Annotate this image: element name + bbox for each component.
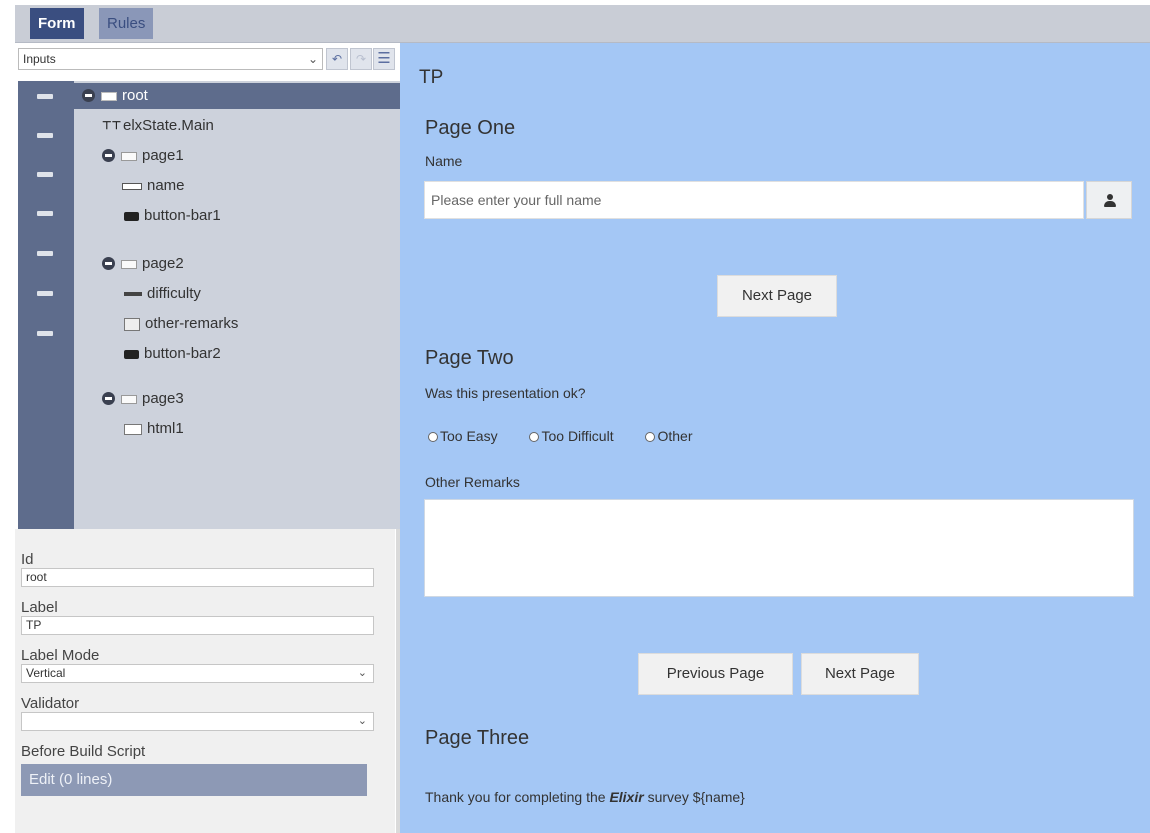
textarea-icon xyxy=(124,317,140,331)
page-icon xyxy=(121,394,137,404)
tree-item-root[interactable]: root xyxy=(74,83,400,109)
radio-label: Too Easy xyxy=(440,428,498,444)
edit-script-button[interactable]: Edit (0 lines) xyxy=(21,764,367,796)
redo-icon[interactable]: ↷ xyxy=(350,48,372,70)
palette-input-icon[interactable] xyxy=(34,326,56,340)
html-icon xyxy=(124,423,142,435)
form-tree: root ⊤⊤ elxState.Main page1 name button-b… xyxy=(74,81,400,529)
tree-item-state[interactable]: ⊤⊤ elxState.Main xyxy=(102,113,214,139)
tree-item-page3[interactable]: page3 xyxy=(102,386,184,412)
top-tab-bar: Form Rules xyxy=(15,5,1150,43)
thank-you-text: Thank you for completing the Elixir surv… xyxy=(425,789,745,805)
form-title: TP xyxy=(419,67,444,88)
tab-form[interactable]: Form xyxy=(30,8,84,39)
label-field[interactable]: TP xyxy=(21,616,374,635)
tree-item-other-remarks[interactable]: other-remarks xyxy=(124,311,238,337)
tree-item-label: button-bar2 xyxy=(144,345,221,362)
properties-panel: Id root Label TP Label Mode Vertical ⌄ V… xyxy=(15,529,395,833)
tree-item-label: other-remarks xyxy=(145,315,239,332)
thanks-after: survey ${name} xyxy=(647,789,745,805)
label-label: Label xyxy=(21,599,58,616)
page-three-heading: Page Three xyxy=(425,727,530,749)
validator-select[interactable]: ⌄ xyxy=(21,712,374,731)
tree-item-page1[interactable]: page1 xyxy=(102,143,184,169)
palette-input-icon[interactable] xyxy=(34,89,56,103)
id-field[interactable]: root xyxy=(21,568,374,587)
name-label: Name xyxy=(425,153,463,169)
radio-circle xyxy=(529,432,540,442)
menu-icon[interactable]: ☰ xyxy=(373,48,395,70)
tree-item-label: button-bar1 xyxy=(144,207,221,224)
label-mode-value: Vertical xyxy=(26,666,66,680)
difficulty-radio-group: Too Easy Too Difficult Other xyxy=(428,428,721,444)
text-input-icon xyxy=(122,182,142,190)
radio-too-easy[interactable]: Too Easy xyxy=(428,428,498,444)
palette-input-icon[interactable] xyxy=(34,167,56,181)
radio-other[interactable]: Other xyxy=(645,428,693,444)
inputs-select-value: Inputs xyxy=(23,52,56,66)
name-input[interactable]: Please enter your full name xyxy=(424,181,1084,219)
tree-item-label: page2 xyxy=(142,255,184,272)
previous-page-button[interactable]: Previous Page xyxy=(638,653,793,695)
radio-group-icon xyxy=(124,292,142,297)
tree-item-label: elxState.Main xyxy=(123,117,214,134)
tab-rules[interactable]: Rules xyxy=(99,8,154,39)
tree-item-page2[interactable]: page2 xyxy=(102,251,184,277)
page-one-heading: Page One xyxy=(425,117,516,139)
left-pane: Inputs ⌄ ↶ ↷ ☰ root ⊤⊤ elxState.Main page… xyxy=(15,43,400,833)
undo-icon[interactable]: ↶ xyxy=(326,48,348,70)
page-icon xyxy=(121,259,137,269)
inputs-select[interactable]: Inputs ⌄ xyxy=(18,48,323,70)
id-label: Id xyxy=(21,551,34,568)
radio-circle xyxy=(645,432,656,442)
radio-too-difficult[interactable]: Too Difficult xyxy=(529,428,614,444)
difficulty-question: Was this presentation ok? xyxy=(425,385,586,401)
form-icon xyxy=(101,91,117,101)
radio-label: Other xyxy=(657,428,693,444)
tree-item-label: page1 xyxy=(142,147,184,164)
thanks-product: Elixir xyxy=(609,789,644,805)
validator-label: Validator xyxy=(21,695,80,712)
collapse-icon[interactable] xyxy=(82,89,95,102)
label-mode-select[interactable]: Vertical ⌄ xyxy=(21,664,374,683)
collapse-icon[interactable] xyxy=(102,149,115,162)
next-page-button[interactable]: Next Page xyxy=(801,653,919,695)
page-icon xyxy=(121,151,137,161)
tree-item-label: page3 xyxy=(142,390,184,407)
tree-item-label: difficulty xyxy=(147,285,201,302)
chevron-down-icon: ⌄ xyxy=(357,667,367,679)
radio-label: Too Difficult xyxy=(541,428,614,444)
form-preview: TP Page One Name Please enter your full … xyxy=(400,43,1150,833)
next-page-button[interactable]: Next Page xyxy=(717,275,837,317)
name-addon xyxy=(1086,181,1132,219)
before-build-label: Before Build Script xyxy=(21,743,146,760)
button-bar-icon xyxy=(124,349,139,359)
collapse-icon[interactable] xyxy=(102,257,115,270)
page-two-heading: Page Two xyxy=(425,347,514,369)
thanks-before: Thank you for completing the xyxy=(425,789,606,805)
tree-item-difficulty[interactable]: difficulty xyxy=(124,281,201,307)
tree-item-html1[interactable]: html1 xyxy=(124,416,184,442)
tree-item-label: html1 xyxy=(147,420,184,437)
tree-item-button-bar1[interactable]: button-bar1 xyxy=(124,203,221,229)
tree-item-name[interactable]: name xyxy=(122,173,185,199)
other-remarks-textarea[interactable] xyxy=(424,499,1134,597)
tree-item-label: name xyxy=(147,177,185,194)
state-icon: ⊤⊤ xyxy=(102,120,122,133)
input-palette xyxy=(18,81,74,529)
radio-circle xyxy=(428,432,438,442)
palette-input-icon[interactable] xyxy=(34,286,56,300)
other-remarks-label: Other Remarks xyxy=(425,474,520,490)
palette-input-icon[interactable] xyxy=(34,128,56,142)
button-bar-icon xyxy=(124,211,139,221)
chevron-down-icon: ⌄ xyxy=(307,52,318,66)
label-mode-label: Label Mode xyxy=(21,647,100,664)
user-icon xyxy=(1104,194,1116,208)
tree-item-button-bar2[interactable]: button-bar2 xyxy=(124,341,221,367)
tree-item-label: root xyxy=(122,87,148,104)
palette-input-icon[interactable] xyxy=(34,246,56,260)
chevron-down-icon: ⌄ xyxy=(357,715,367,727)
palette-input-icon[interactable] xyxy=(34,206,56,220)
collapse-icon[interactable] xyxy=(102,392,115,405)
